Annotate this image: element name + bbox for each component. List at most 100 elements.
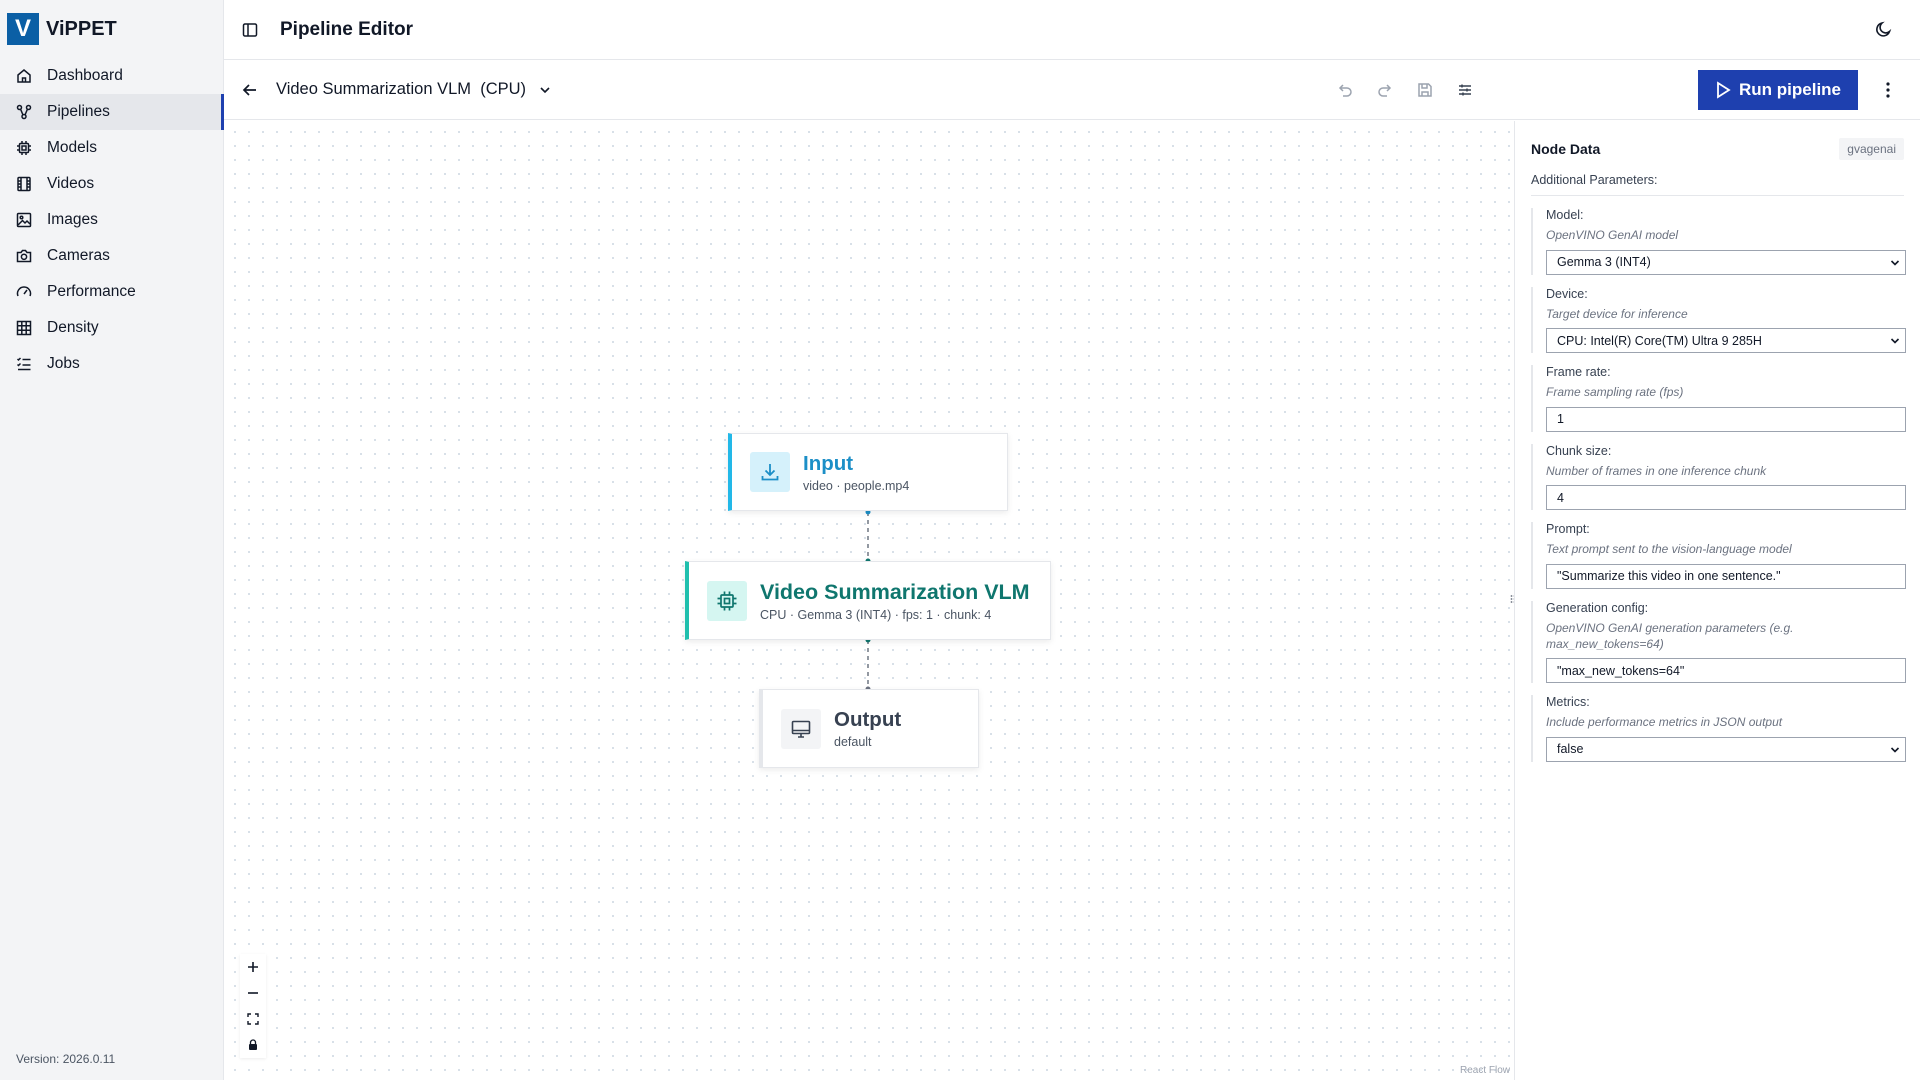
chevron-down-icon — [1890, 260, 1900, 266]
chunk-size-input[interactable]: 4 — [1546, 485, 1906, 511]
input-value: 1 — [1557, 412, 1564, 427]
pipeline-name[interactable]: Video Summarization VLM (CPU) — [276, 80, 526, 99]
sidebar-nav: Dashboard Pipelines Models Videos Images — [0, 58, 224, 382]
prompt-input[interactable]: "Summarize this video in one sentence." — [1546, 563, 1906, 589]
back-arrow-icon[interactable] — [240, 80, 260, 100]
node-data-panel: Node Data gvagenai Additional Parameters… — [1514, 121, 1920, 1080]
metrics-select[interactable]: false — [1546, 736, 1906, 762]
run-pipeline-button[interactable]: Run pipeline — [1698, 70, 1858, 110]
param-description: Text prompt sent to the vision-language … — [1546, 542, 1792, 557]
node-video-summarization-vlm[interactable]: Video Summarization VLM CPU · Gemma 3 (I… — [685, 561, 1051, 640]
param-label: Model: — [1546, 208, 1584, 222]
sidebar-item-models[interactable]: Models — [0, 130, 223, 166]
param-label: Device: — [1546, 286, 1588, 301]
frame-rate-input[interactable]: 1 — [1546, 406, 1906, 432]
select-value: CPU: Intel(R) Core(TM) Ultra 9 285H — [1557, 333, 1762, 348]
param-description: Number of frames in one inference chunk — [1546, 463, 1767, 478]
run-pipeline-label: Run pipeline — [1739, 80, 1841, 99]
list-icon — [16, 356, 32, 372]
undo-icon[interactable] — [1335, 80, 1355, 100]
monitor-icon — [781, 708, 821, 749]
sidebar-item-pipelines[interactable]: Pipelines — [0, 94, 224, 130]
param-prompt: Prompt: Text prompt sent to the vision-l… — [1531, 522, 1906, 589]
react-flow-attribution[interactable]: React Flow — [1460, 1065, 1510, 1076]
generation-config-input[interactable]: "max_new_tokens=64" — [1546, 658, 1906, 684]
node-output[interactable]: Output default — [759, 689, 979, 768]
sidebar-item-label: Videos — [47, 175, 95, 192]
sidebar-item-dashboard[interactable]: Dashboard — [0, 58, 223, 94]
element-type-badge: gvagenai — [1839, 138, 1904, 160]
brand-name: ViPPET — [46, 17, 117, 40]
sidebar-item-label: Cameras — [47, 247, 110, 264]
dark-mode-icon[interactable] — [1875, 20, 1893, 38]
param-metrics: Metrics: Include performance metrics in … — [1531, 695, 1906, 762]
param-device: Device: Target device for inference CPU:… — [1531, 286, 1906, 354]
zoom-controls — [240, 954, 266, 1058]
brand[interactable]: V ViPPET — [0, 0, 223, 58]
camera-icon — [16, 248, 32, 264]
sidebar-item-label: Models — [47, 139, 97, 156]
param-chunk-size: Chunk size: Number of frames in one infe… — [1531, 443, 1906, 511]
node-subtitle: default — [834, 735, 872, 749]
input-value: 4 — [1557, 490, 1564, 505]
sidebar-item-label: Images — [47, 211, 98, 228]
sidebar-toggle-icon[interactable] — [241, 21, 259, 39]
home-icon — [16, 68, 32, 84]
param-label: Prompt: — [1546, 522, 1590, 537]
param-description: OpenVINO GenAI generation parameters (e.… — [1546, 620, 1794, 651]
sidebar-item-cameras[interactable]: Cameras — [0, 238, 223, 274]
film-icon — [16, 176, 32, 192]
toolbar-actions — [1335, 80, 1475, 100]
chevron-down-icon — [1890, 338, 1900, 344]
sidebar-item-label: Jobs — [47, 355, 80, 372]
sidebar-item-jobs[interactable]: Jobs — [0, 346, 223, 382]
more-options-icon[interactable] — [1878, 80, 1898, 100]
param-description: OpenVINO GenAI model — [1546, 228, 1679, 242]
sidebar-item-label: Pipelines — [47, 103, 110, 120]
input-value: "Summarize this video in one sentence." — [1557, 569, 1781, 584]
device-select[interactable]: CPU: Intel(R) Core(TM) Ultra 9 285H — [1546, 328, 1906, 354]
param-description: Target device for inference — [1546, 306, 1688, 321]
param-label: Metrics: — [1546, 695, 1590, 710]
zoom-in-icon[interactable] — [240, 954, 266, 980]
sidebar-item-label: Density — [47, 319, 99, 336]
sidebar: V ViPPET Dashboard Pipelines Models Vide… — [0, 0, 224, 1080]
flow-canvas[interactable]: Input video · people.mp4 Video Summariza… — [224, 121, 1514, 1080]
pipeline-icon — [16, 104, 32, 120]
chip-icon — [707, 580, 747, 621]
sidebar-item-performance[interactable]: Performance — [0, 274, 223, 310]
param-label: Chunk size: — [1546, 443, 1612, 458]
panel-title: Node Data — [1531, 141, 1601, 157]
lock-icon[interactable] — [240, 1032, 266, 1058]
node-title: Input — [803, 451, 854, 475]
zoom-out-icon[interactable] — [240, 980, 266, 1006]
gauge-icon — [16, 284, 32, 300]
node-subtitle: CPU · Gemma 3 (INT4) · fps: 1 · chunk: 4 — [760, 607, 992, 622]
chevron-down-icon — [1890, 747, 1900, 753]
pipeline-toolbar: Video Summarization VLM (CPU) Run pipeli… — [224, 60, 1920, 120]
chevron-down-icon[interactable] — [538, 83, 552, 97]
sidebar-item-images[interactable]: Images — [0, 202, 223, 238]
sidebar-item-density[interactable]: Density — [0, 310, 223, 346]
panel-subtitle: Additional Parameters: — [1531, 173, 1904, 196]
param-label: Frame rate: — [1546, 365, 1611, 380]
version-label: Version: 2026.0.11 — [16, 1052, 116, 1066]
top-header: Pipeline Editor — [224, 0, 1920, 60]
node-subtitle: video · people.mp4 — [803, 478, 910, 493]
param-model: Model: OpenVINO GenAI model Gemma 3 (INT… — [1531, 208, 1906, 275]
model-select[interactable]: Gemma 3 (INT4) — [1546, 249, 1906, 275]
redo-icon[interactable] — [1375, 80, 1395, 100]
sidebar-item-label: Performance — [47, 283, 136, 300]
settings-sliders-icon[interactable] — [1455, 80, 1475, 100]
node-input[interactable]: Input video · people.mp4 — [728, 433, 1008, 511]
brand-logo: V — [7, 13, 39, 45]
grid-icon — [16, 320, 32, 336]
fit-view-icon[interactable] — [240, 1006, 266, 1032]
select-value: Gemma 3 (INT4) — [1557, 255, 1651, 270]
chip-icon — [16, 140, 32, 156]
image-icon — [16, 212, 32, 228]
save-icon[interactable] — [1415, 80, 1435, 100]
node-title: Output — [834, 708, 902, 731]
sidebar-item-videos[interactable]: Videos — [0, 166, 223, 202]
node-title: Video Summarization VLM — [760, 579, 1030, 604]
